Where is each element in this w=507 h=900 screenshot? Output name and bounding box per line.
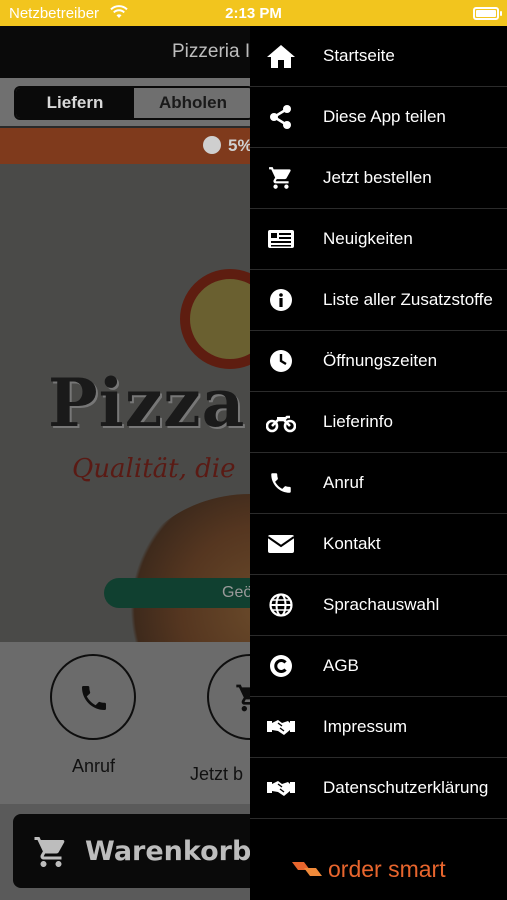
handshake-icon	[267, 720, 295, 735]
sun-icon	[203, 136, 221, 154]
menu-item-datenschutz[interactable]: Datenschutzerklärung	[250, 758, 507, 819]
menu-item-label: Impressum	[323, 717, 408, 736]
hero-tagline: Qualität, die	[72, 454, 236, 484]
menu-item-label: Datenschutzerklärung	[323, 778, 489, 797]
info-icon	[270, 289, 292, 311]
menu-item-anruf[interactable]: Anruf	[250, 453, 507, 514]
menu-item-zusatzstoffe[interactable]: Liste aller Zusatzstoffe	[250, 270, 507, 331]
menu-item-neuigkeiten[interactable]: Neuigkeiten	[250, 209, 507, 270]
battery-icon	[473, 7, 502, 20]
menu-item-label: Diese App teilen	[323, 107, 446, 126]
order-smart-wordmark: order smart	[328, 856, 446, 882]
news-icon	[268, 230, 294, 248]
call-action-button[interactable]	[50, 654, 136, 740]
menu-item-label: Lieferinfo	[323, 412, 393, 431]
menu-item-label: Startseite	[323, 46, 395, 65]
share-icon	[270, 105, 291, 129]
hero-brand-text: Pizza	[48, 364, 246, 442]
menu-item-oeffnungszeiten[interactable]: Öffnungszeiten	[250, 331, 507, 392]
menu-item-impressum[interactable]: Impressum	[250, 697, 507, 758]
menu-item-label: Sprachauswahl	[323, 595, 440, 614]
menu-item-sprachauswahl[interactable]: Sprachauswahl	[250, 575, 507, 636]
phone-icon	[82, 686, 106, 710]
menu-item-label: Neuigkeiten	[323, 229, 413, 248]
menu-item-label: Jetzt bestellen	[323, 168, 432, 187]
menu-item-jetzt-bestellen[interactable]: Jetzt bestellen	[250, 148, 507, 209]
status-bar: Netzbetreiber 2:13 PM	[0, 0, 507, 26]
menu-item-startseite[interactable]: Startseite	[250, 26, 507, 87]
menu-item-agb[interactable]: AGB	[250, 636, 507, 697]
handshake-icon	[267, 781, 295, 796]
clock-icon	[270, 350, 292, 372]
motorbike-icon	[266, 415, 296, 433]
cart-button-label: Warenkorb	[85, 836, 252, 867]
tab-abholen[interactable]: Abholen	[134, 88, 252, 118]
delivery-mode-toggle: Liefern Abholen	[14, 86, 254, 120]
order-action-label: Jetzt b	[190, 764, 244, 784]
menu-item-label: Liste aller Zusatzstoffe	[323, 290, 493, 309]
clock-time: 2:13 PM	[225, 5, 282, 22]
copyright-icon	[270, 655, 292, 677]
home-icon	[267, 45, 295, 68]
page-title: Pizzeria I	[172, 41, 251, 62]
globe-icon	[269, 593, 293, 617]
menu-item-app-teilen[interactable]: Diese App teilen	[250, 87, 507, 148]
menu-item-lieferinfo[interactable]: Lieferinfo	[250, 392, 507, 453]
side-drawer-menu: Startseite Diese App teilen Jetzt bestel…	[250, 26, 507, 900]
menu-item-label: Öffnungszeiten	[323, 351, 438, 370]
menu-item-kontakt[interactable]: Kontakt	[250, 514, 507, 575]
cart-icon	[34, 837, 65, 867]
envelope-icon	[267, 535, 295, 553]
menu-item-label: Anruf	[323, 473, 364, 492]
tab-liefern[interactable]: Liefern	[16, 88, 134, 118]
promo-text: 5%	[228, 136, 253, 155]
order-smart-mark-icon	[292, 862, 322, 876]
menu-item-label: AGB	[323, 656, 359, 675]
call-action-label: Anruf	[72, 756, 116, 776]
cart-icon	[269, 167, 291, 189]
phone-icon	[271, 473, 291, 493]
menu-item-label: Kontakt	[323, 534, 381, 553]
